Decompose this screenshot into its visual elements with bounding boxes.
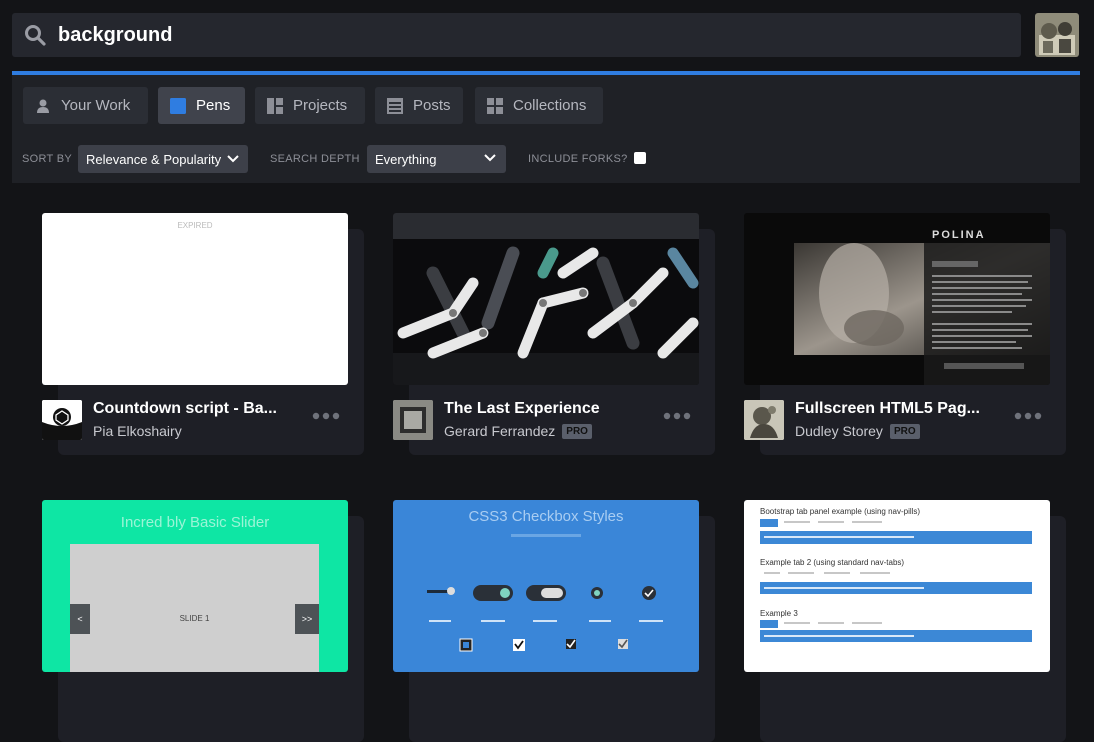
search-depth-label: SEARCH DEPTH <box>270 153 360 165</box>
bootstrap-tabs-illustration <box>760 519 1032 642</box>
user-avatar[interactable] <box>1035 13 1079 57</box>
avatar[interactable] <box>42 400 82 440</box>
thumb-heading: Incred bly Basic Slider <box>120 514 270 531</box>
author-avatar-image <box>393 400 433 440</box>
avatar[interactable] <box>744 400 784 440</box>
tab-pens[interactable]: Pens <box>158 87 245 124</box>
pen-author[interactable]: Gerard Ferrandez PRO <box>444 423 592 439</box>
tab-label: Collections <box>513 97 587 114</box>
portrait-page-illustration <box>794 243 1050 385</box>
codepen-logo-icon <box>42 400 82 440</box>
expired-label: EXPIRED <box>177 221 213 230</box>
projects-icon <box>267 97 283 114</box>
slide-label: SLIDE 1 <box>179 614 210 623</box>
author-avatar-image <box>744 400 784 440</box>
search-depth-select[interactable]: Everything <box>367 145 506 173</box>
author-name: Dudley Storey <box>795 423 883 439</box>
pen-thumbnail[interactable]: Incred bly Basic Slider SLIDE 1 < >> <box>42 500 348 672</box>
pen-meta: Fullscreen HTML5 Pag... Dudley Storey PR… <box>744 399 1050 443</box>
pen-title[interactable]: The Last Experience <box>444 400 640 418</box>
search-filter-panel: Your Work Pens Projects Posts Collection… <box>12 75 1080 183</box>
chevron-down-icon <box>484 154 496 162</box>
pen-meta: The Last Experience Gerard Ferrandez PRO <box>393 399 699 443</box>
pen-author[interactable]: Pia Elkoshairy <box>93 423 182 439</box>
author-name: Pia Elkoshairy <box>93 423 182 439</box>
posts-icon <box>387 97 403 114</box>
more-options-icon[interactable] <box>1014 411 1042 421</box>
pen-thumbnail[interactable]: CSS3 Checkbox Styles <box>393 500 699 672</box>
checkbox-styles-illustration <box>427 534 663 652</box>
tab-label: Projects <box>293 97 348 114</box>
user-icon <box>37 99 49 113</box>
pen-thumbnail[interactable]: EXPIRED <box>42 213 348 385</box>
search-input[interactable] <box>58 20 958 50</box>
sort-by-label: SORT BY <box>22 153 72 165</box>
sort-by-value: Relevance & Popularity <box>86 151 222 167</box>
slider-prev-button: < <box>70 604 90 634</box>
pen-thumbnail[interactable]: Bootstrap tab panel example (using nav-p… <box>744 500 1050 672</box>
pen-title[interactable]: Fullscreen HTML5 Pag... <box>795 400 991 418</box>
pen-thumbnail[interactable] <box>393 213 699 385</box>
author-name: Gerard Ferrandez <box>444 423 556 439</box>
sort-by-select[interactable]: Relevance & Popularity <box>78 145 248 173</box>
more-options-icon[interactable] <box>663 411 691 421</box>
pen-title[interactable]: Countdown script - Ba... <box>93 400 289 418</box>
robot-arms-illustration <box>393 213 699 385</box>
filter-row: SORT BY Relevance & Popularity SEARCH DE… <box>12 145 1080 175</box>
more-options-icon[interactable] <box>312 411 340 421</box>
thumb-heading: POLINA <box>932 229 986 241</box>
tab-label: Posts <box>413 97 451 114</box>
include-forks-label: INCLUDE FORKS? <box>528 153 628 165</box>
pen-square-icon <box>170 97 186 114</box>
tab-collections[interactable]: Collections <box>475 87 603 124</box>
pro-badge: PRO <box>889 423 920 439</box>
tab-label: Pens <box>196 97 231 114</box>
pro-badge: PRO <box>562 423 592 439</box>
include-forks-checkbox[interactable] <box>634 152 646 164</box>
search-icon <box>25 25 46 46</box>
tab-your-work[interactable]: Your Work <box>23 87 148 124</box>
pen-meta: Countdown script - Ba... Pia Elkoshairy <box>42 399 348 443</box>
search-depth-value: Everything <box>375 151 437 167</box>
pen-author[interactable]: Dudley Storey PRO <box>795 423 920 439</box>
slider-next-button: >> <box>295 604 319 634</box>
tab-posts[interactable]: Posts <box>375 87 463 124</box>
collections-icon <box>487 97 503 114</box>
tab-label: Your Work <box>61 97 131 114</box>
tab-projects[interactable]: Projects <box>255 87 365 124</box>
slider-preview: SLIDE 1 < >> <box>70 544 319 672</box>
chevron-down-icon <box>227 155 239 163</box>
pen-thumbnail[interactable]: POLINA <box>744 213 1050 385</box>
avatar[interactable] <box>393 400 433 440</box>
